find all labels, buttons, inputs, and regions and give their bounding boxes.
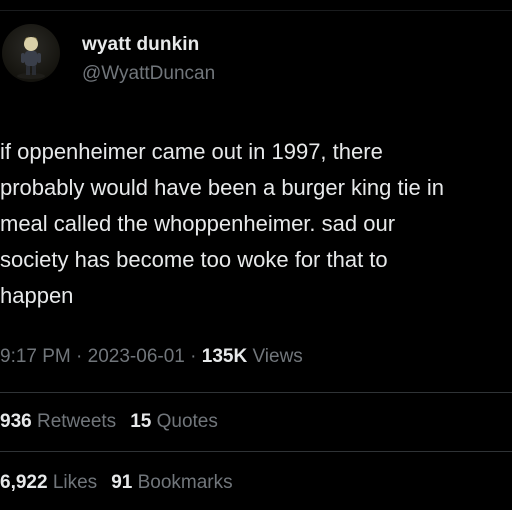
- top-divider: [0, 10, 512, 11]
- tweet-line: if oppenheimer came out in 1997, there: [0, 139, 383, 164]
- divider: [0, 451, 512, 452]
- likes-bookmarks-stats: 6,922 Likes 91 Bookmarks: [0, 472, 233, 494]
- quotes-count: 15: [130, 411, 152, 432]
- author-display-name[interactable]: wyatt dunkin: [82, 34, 199, 56]
- meta-separator: ·: [70, 346, 88, 367]
- quotes-link[interactable]: 15 Quotes: [130, 411, 218, 432]
- divider: [0, 392, 512, 393]
- retweets-link[interactable]: 936 Retweets: [0, 411, 116, 432]
- tweet-date[interactable]: 2023-06-01: [88, 346, 185, 367]
- bookmarks-count: 91: [111, 472, 133, 493]
- bookmarks-label: Bookmarks: [132, 472, 233, 493]
- tweet-line: meal called the whoppenheimer. sad our: [0, 211, 396, 236]
- tweet-time[interactable]: 9:17 PM: [0, 346, 71, 367]
- bookmarks-link[interactable]: 91 Bookmarks: [111, 472, 232, 493]
- retweets-label: Retweets: [31, 411, 117, 432]
- likes-link[interactable]: 6,922 Likes: [0, 472, 97, 493]
- avatar[interactable]: [2, 24, 60, 82]
- views-count: 135K: [201, 346, 248, 367]
- views-label: Views: [247, 346, 303, 367]
- tweet-meta: 9:17 PM · 2023-06-01 · 135K Views: [0, 346, 303, 368]
- tweet-line: society has become too woke for that to: [0, 247, 388, 272]
- likes-count: 6,922: [0, 472, 48, 493]
- likes-label: Likes: [47, 472, 98, 493]
- tweet-line: probably would have been a burger king t…: [0, 175, 444, 200]
- profile-avatar-icon: [17, 36, 45, 79]
- tweet-body: if oppenheimer came out in 1997, there p…: [0, 134, 512, 314]
- quotes-label: Quotes: [151, 411, 218, 432]
- retweet-quote-stats: 936 Retweets 15 Quotes: [0, 411, 218, 433]
- retweets-count: 936: [0, 411, 32, 432]
- author-handle[interactable]: @WyattDuncan: [82, 63, 215, 85]
- tweet-line: happen: [0, 283, 74, 308]
- meta-separator: ·: [184, 346, 202, 367]
